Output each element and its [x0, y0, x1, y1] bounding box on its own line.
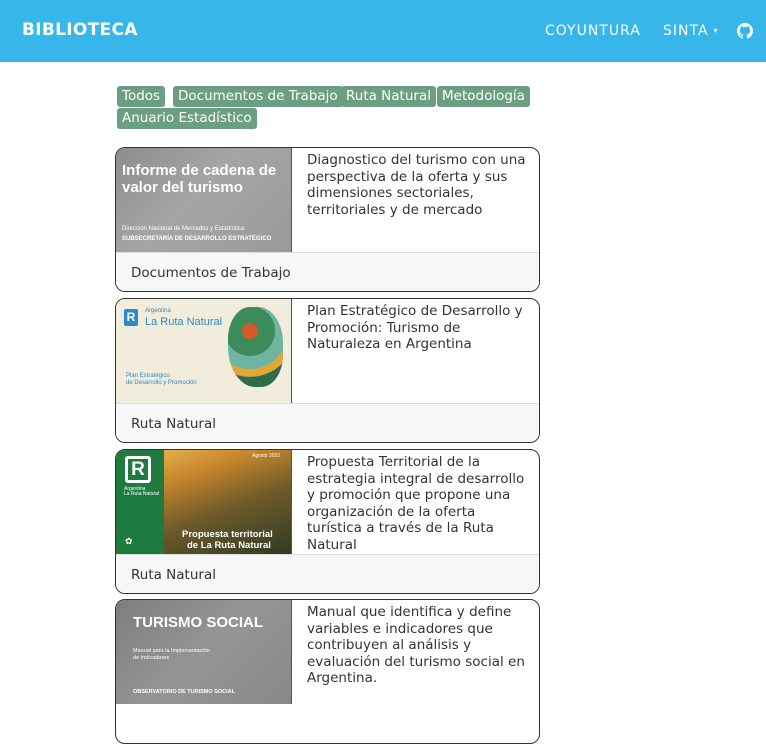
ruta-natural-logo-icon: R: [125, 456, 151, 483]
thumbnail-subtitle-2: de Indicadores: [133, 655, 170, 661]
card-description: Plan Estratégico de Desarrollo y Promoci…: [307, 303, 523, 352]
filter-tag-ruta-natural[interactable]: Ruta Natural: [341, 86, 436, 107]
document-thumbnail: R Argentina La Ruta Natural Plan Estraté…: [116, 299, 291, 403]
document-card[interactable]: R Argentina La Ruta Natural Plan Estraté…: [115, 298, 540, 443]
thumbnail-brand: La Ruta Natural: [124, 491, 160, 497]
filter-tag-todos[interactable]: Todos: [117, 86, 166, 107]
nature-illustration: [228, 307, 283, 387]
thumbnail-brand-country: Argentina: [145, 308, 171, 314]
card-divider: [291, 450, 292, 554]
nav-sinta-label: SINTA: [663, 23, 709, 39]
card-footer: Ruta Natural: [116, 554, 539, 593]
document-card[interactable]: Informe de cadena de valor del turismo D…: [115, 147, 540, 292]
github-icon[interactable]: [737, 23, 753, 39]
argentina-seal-icon: ✿: [125, 536, 133, 546]
filter-tag-anuario[interactable]: Anuario Estadístico: [117, 108, 257, 129]
card-category: Documentos de Trabajo: [131, 265, 291, 281]
filter-tag-metodologia[interactable]: Metodología: [437, 86, 530, 107]
card-description: Diagnostico del turismo con una perspect…: [307, 152, 526, 218]
document-card[interactable]: R Argentina La Ruta Natural ✿ Agosto 202…: [115, 449, 540, 594]
thumbnail-subtitle: Dirección Nacional de Mercados y Estadís…: [122, 226, 245, 232]
thumbnail-title-2: de La Ruta Natural: [187, 540, 271, 551]
thumbnail-date: Agosto 2022: [252, 453, 281, 459]
nav-sinta-dropdown[interactable]: SINTA ▾: [663, 23, 719, 39]
thumbnail-org: OBSERVATORIO DE TURISMO SOCIAL: [133, 689, 235, 695]
card-footer: Documentos de Trabajo: [116, 252, 539, 291]
card-divider: [291, 299, 292, 403]
chevron-down-icon: ▾: [713, 26, 719, 35]
thumbnail-subtitle: Plan Estratégico: [126, 373, 170, 379]
thumbnail-title: Propuesta territorial: [182, 529, 273, 540]
card-divider: [291, 600, 292, 704]
document-thumbnail: TURISMO SOCIAL Manual para la Implementa…: [116, 600, 291, 704]
card-description: Propuesta Territorial de la estrategia i…: [307, 454, 525, 553]
top-navbar: BIBLIOTECA COYUNTURA SINTA ▾: [0, 0, 766, 62]
thumbnail-title: TURISMO SOCIAL: [133, 614, 263, 631]
ruta-natural-logo-icon: R: [124, 309, 138, 326]
thumbnail-title: Informe de cadena de valor del turismo: [122, 162, 277, 196]
nav-coyuntura[interactable]: COYUNTURA: [545, 23, 641, 39]
brand-link[interactable]: BIBLIOTECA: [22, 20, 138, 40]
card-category: Ruta Natural: [131, 416, 216, 432]
document-thumbnail: Informe de cadena de valor del turismo D…: [116, 148, 291, 252]
thumbnail-subtitle-2: de Desarrollo y Promoción: [126, 380, 197, 386]
card-category: Ruta Natural: [131, 567, 216, 583]
document-card[interactable]: TURISMO SOCIAL Manual para la Implementa…: [115, 599, 540, 744]
thumbnail-subtitle: Manual para la Implementación: [133, 648, 210, 654]
filter-tag-documentos[interactable]: Documentos de Trabajo: [173, 86, 343, 107]
thumbnail-brand: La Ruta Natural: [145, 316, 223, 328]
card-description: Manual que identifica y define variables…: [307, 604, 525, 686]
thumbnail-org: SUBSECRETARÍA DE DESARROLLO ESTRATÉGICO: [122, 236, 272, 242]
document-thumbnail: R Argentina La Ruta Natural ✿ Agosto 202…: [116, 450, 291, 554]
card-divider: [291, 148, 292, 252]
card-footer: Ruta Natural: [116, 403, 539, 442]
